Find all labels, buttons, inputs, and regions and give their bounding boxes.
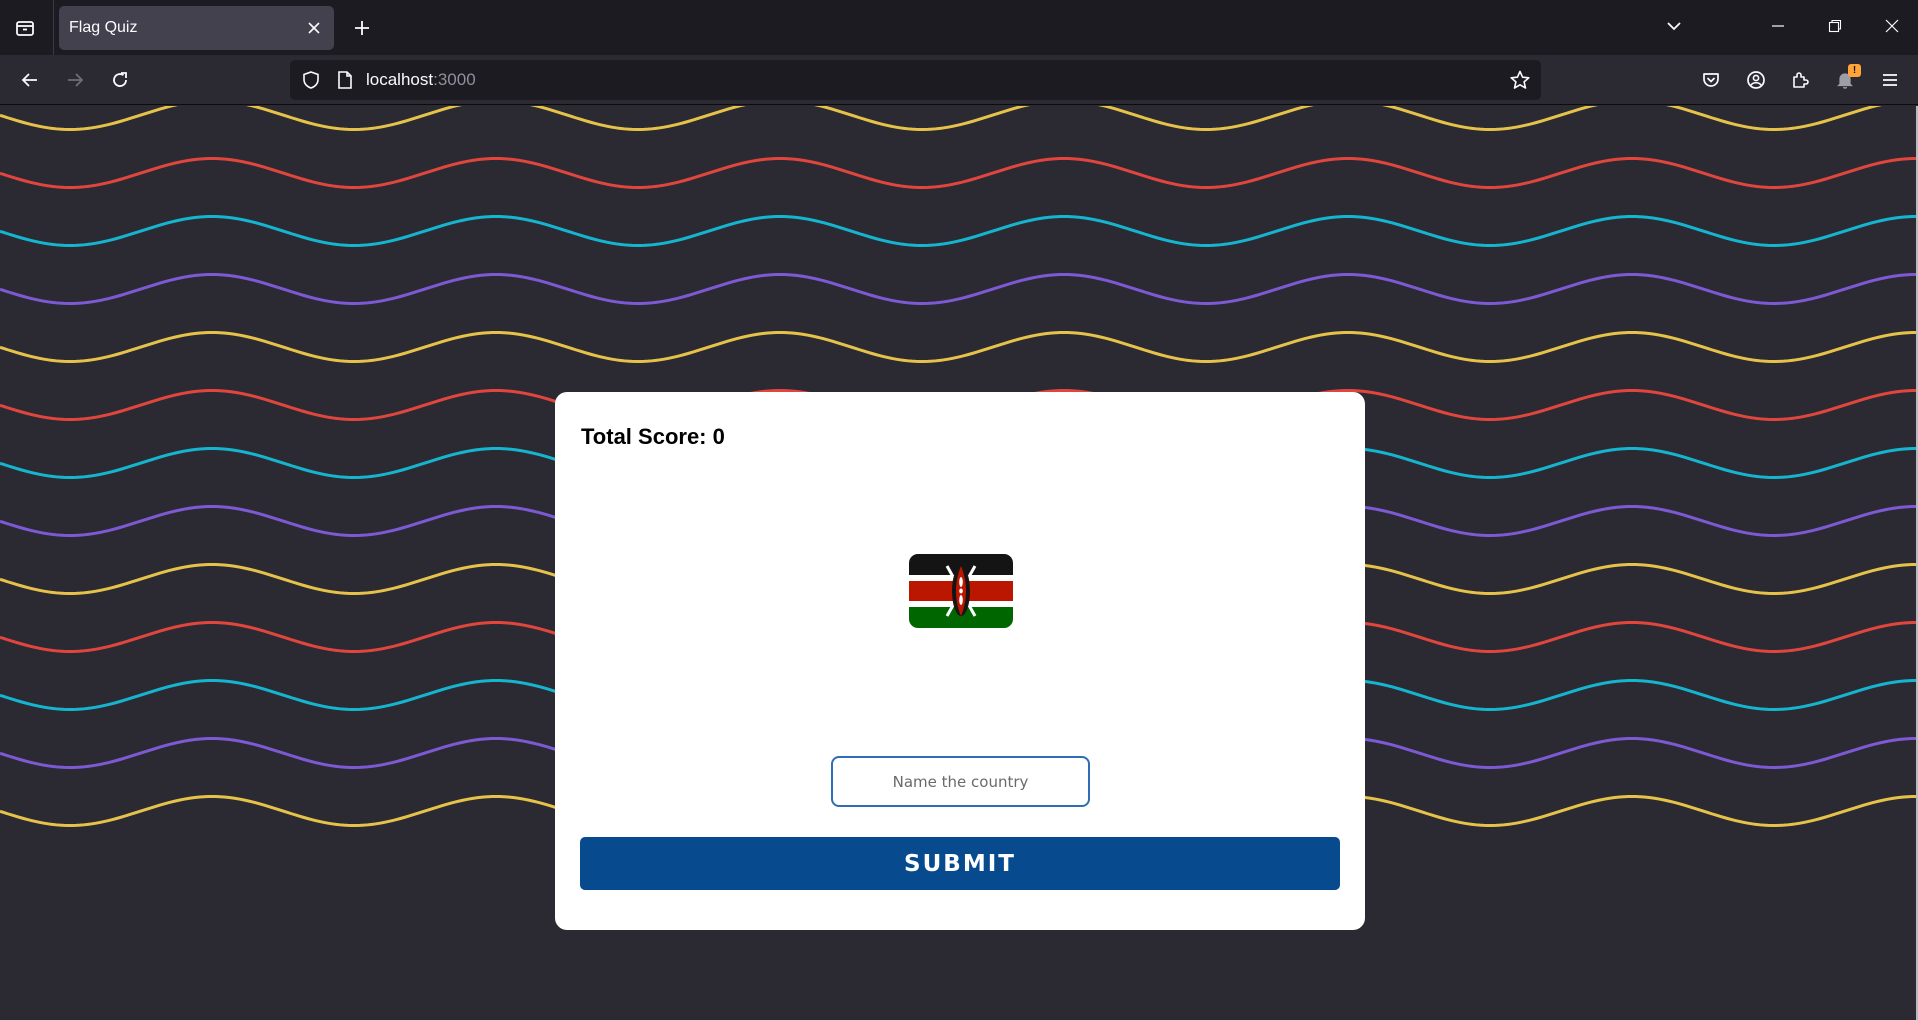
forward-button[interactable]: [57, 62, 93, 98]
url-text[interactable]: localhost:3000: [366, 70, 476, 90]
puzzle-icon: [1793, 72, 1809, 88]
tab-list-button[interactable]: [8, 11, 42, 45]
tracking-protection-button[interactable]: [300, 69, 322, 91]
plus-icon: [355, 21, 369, 35]
firefox-view-icon: [16, 21, 34, 36]
total-score: Total Score: 0: [581, 424, 725, 449]
account-button[interactable]: [1738, 62, 1774, 98]
wave-line-cyan: [0, 214, 1917, 247]
url-port: :3000: [433, 70, 476, 89]
close-window-button[interactable]: [1870, 6, 1914, 46]
tab-separator: [53, 0, 54, 55]
list-all-tabs-button[interactable]: [1652, 6, 1696, 46]
new-tab-button[interactable]: [344, 10, 380, 46]
wave-line-red: [0, 156, 1917, 189]
browser-tab-bar: Flag Quiz: [0, 0, 1918, 55]
notifications-button[interactable]: !: [1827, 62, 1863, 98]
arrow-right-icon: [68, 73, 84, 87]
wave-line-yellow: [0, 330, 1917, 363]
tab-title: Flag Quiz: [69, 19, 138, 36]
hamburger-menu-icon: [1883, 74, 1897, 86]
quiz-card: Total Score: 0 SUBMIT: [555, 392, 1365, 930]
page-icon: [338, 71, 352, 89]
star-icon: [1510, 70, 1530, 89]
shield-icon: [303, 71, 319, 89]
url-host: localhost: [366, 70, 434, 89]
submit-button[interactable]: SUBMIT: [580, 837, 1340, 890]
extensions-button[interactable]: [1782, 62, 1818, 98]
close-icon: [308, 22, 320, 34]
bookmark-button[interactable]: [1507, 67, 1533, 93]
country-answer-input[interactable]: [831, 756, 1090, 807]
app-menu-button[interactable]: [1872, 62, 1908, 98]
minimize-window-button[interactable]: [1756, 6, 1800, 46]
pocket-button[interactable]: [1693, 62, 1729, 98]
reload-button[interactable]: [102, 62, 138, 98]
tab-close-button[interactable]: [300, 14, 328, 42]
account-icon: [1747, 71, 1765, 89]
minimize-icon: [1772, 25, 1784, 27]
notification-badge: !: [1848, 64, 1861, 77]
kenya-flag-icon: [909, 554, 1013, 628]
wave-line-yellow: [0, 106, 1882, 131]
close-icon: [1885, 19, 1899, 33]
browser-nav-bar: localhost:3000 !: [0, 55, 1918, 105]
browser-tab-active[interactable]: Flag Quiz: [59, 6, 334, 50]
reload-icon: [113, 72, 127, 87]
back-button[interactable]: [12, 62, 48, 98]
chevron-down-icon: [1667, 22, 1681, 31]
pocket-icon: [1703, 73, 1719, 87]
url-bar[interactable]: localhost:3000: [290, 60, 1541, 100]
restore-icon: [1828, 19, 1842, 33]
arrow-left-icon: [21, 73, 37, 87]
restore-window-button[interactable]: [1813, 6, 1857, 46]
wave-line-purple: [0, 272, 1917, 305]
page-viewport: Total Score: 0 SUBMIT: [0, 106, 1918, 1020]
site-info-button[interactable]: [334, 69, 356, 91]
